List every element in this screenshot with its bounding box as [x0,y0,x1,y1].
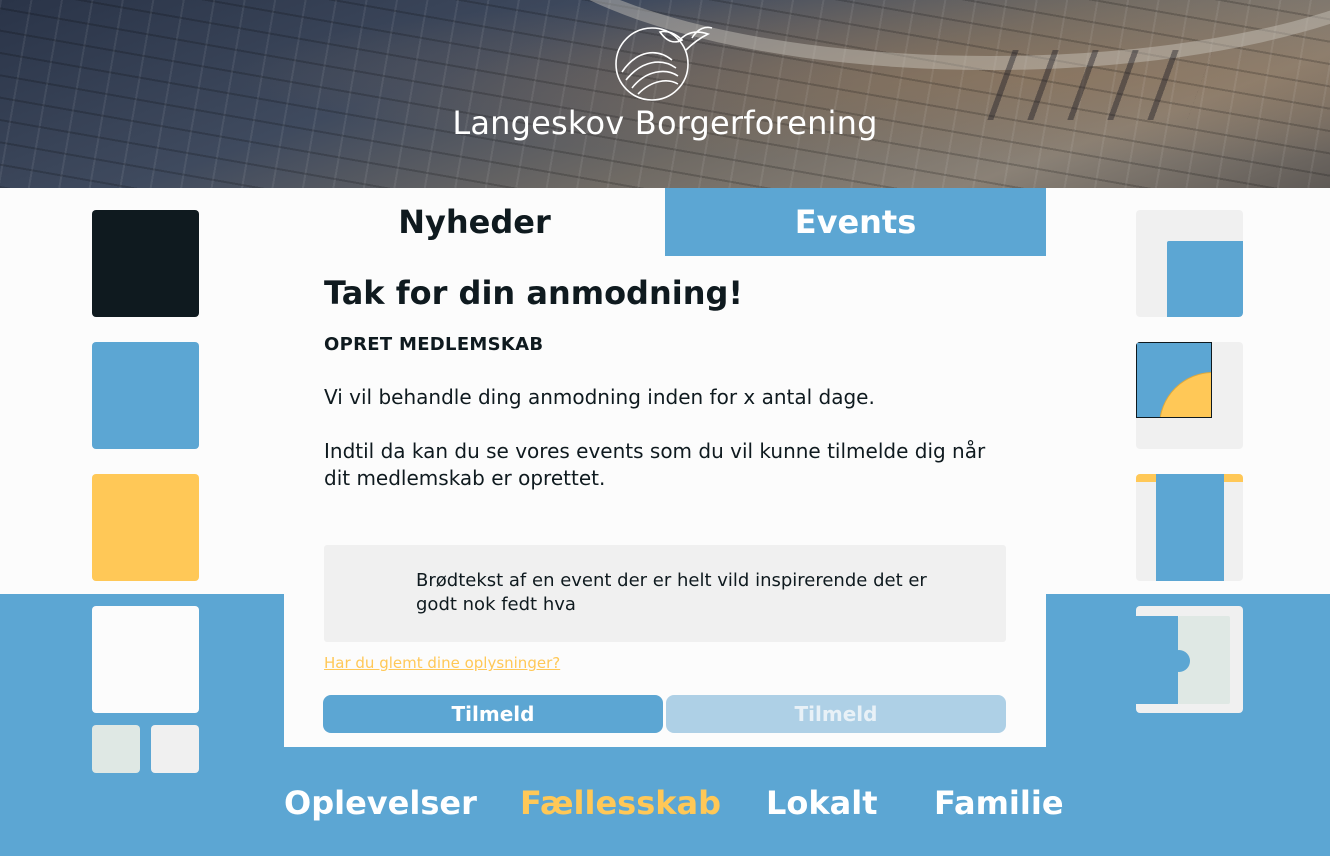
right-tile-blue-column [1156,474,1224,581]
left-tile-white [92,606,199,713]
nav-lokalt[interactable]: Lokalt [766,784,878,822]
events-info-text: Indtil da kan du se vores events som du … [324,439,986,490]
forgot-credentials-link[interactable]: Har du glemt dine oplysninger? [324,654,560,672]
signup-button[interactable]: Tilmeld [323,695,663,733]
right-tile-knob [1168,650,1190,672]
page-title: Tak for din anmodning! [324,274,743,312]
right-tile-column [1136,474,1243,581]
section-subheading: OPRET MEDLEMSKAB [324,334,544,355]
event-info-text: Brødtekst af en event der er helt vild i… [416,570,927,615]
content-card: Nyheder Events Tak for din anmodning! OP… [284,188,1046,747]
nav-familie[interactable]: Familie [934,784,1064,822]
left-tile-dark [92,210,199,317]
tab-news[interactable]: Nyheder [284,188,665,256]
nav-oplevelser[interactable]: Oplevelser [284,784,477,822]
right-tile-blue-square [1136,342,1212,418]
header-banner: Langeskov Borgerforening [0,0,1330,188]
nav-faellesskab[interactable]: Fællesskab [520,784,721,822]
right-tile-quarter-circle [1136,342,1243,449]
tab-events[interactable]: Events [665,188,1046,256]
event-info-box: Brødtekst af en event der er helt vild i… [324,545,1006,642]
right-tile-square [1136,210,1243,317]
left-tile-small-mint [92,725,140,773]
left-tile-small-grey [151,725,199,773]
left-tile-yellow [92,474,199,581]
site-title: Langeskov Borgerforening [452,104,878,142]
confirmation-text: Vi vil behandle ding anmodning inden for… [324,385,875,409]
right-tile-square-inner [1167,241,1243,317]
left-tile-blue [92,342,199,449]
quarter-circle-shape [1159,372,1211,417]
association-logo-icon[interactable] [612,20,716,104]
signup-button-disabled[interactable]: Tilmeld [666,695,1006,733]
right-tile-door [1136,606,1243,713]
